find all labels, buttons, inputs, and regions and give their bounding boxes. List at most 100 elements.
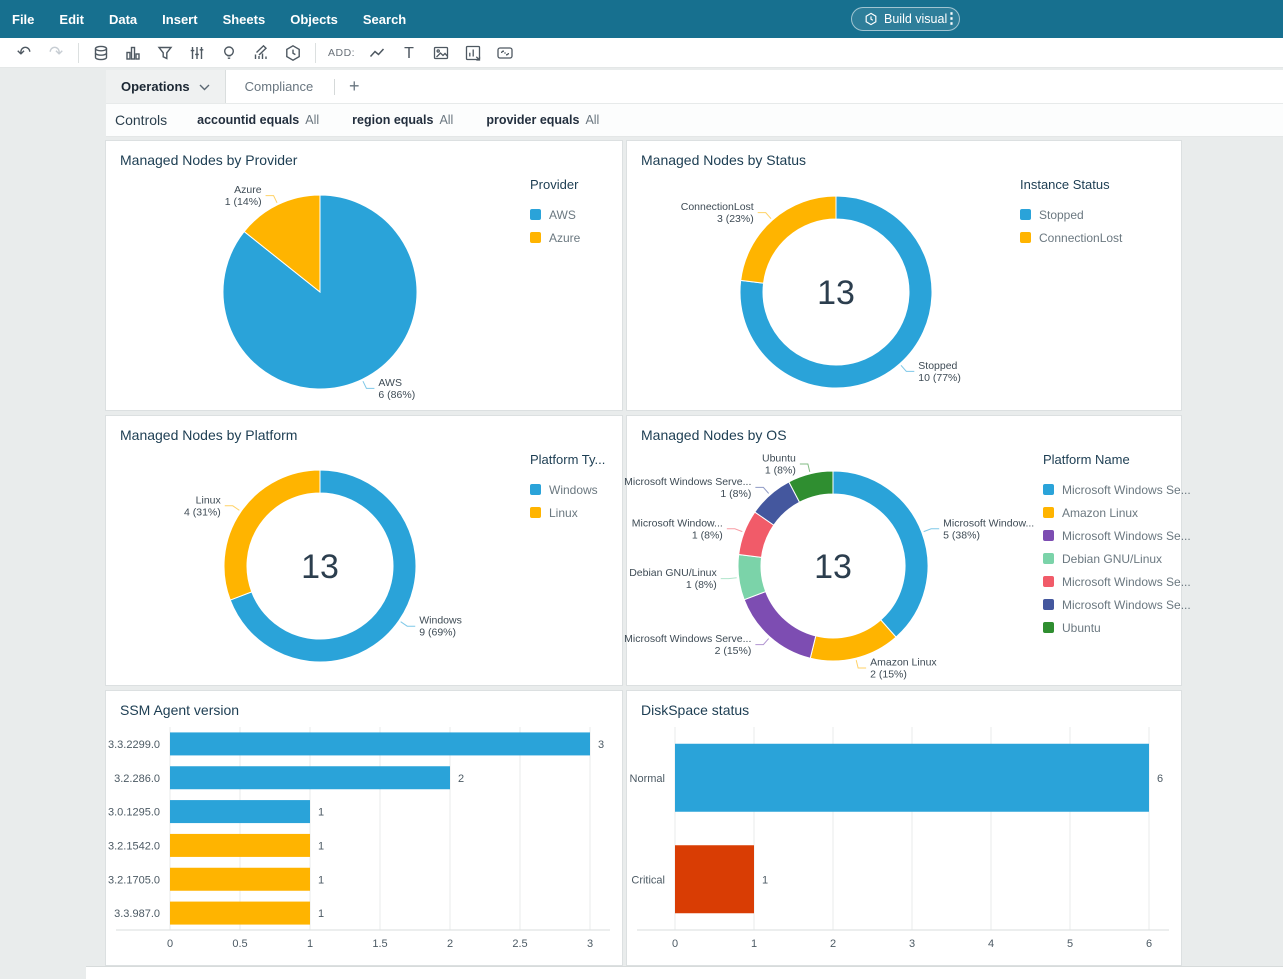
- svg-text:1: 1: [318, 874, 324, 886]
- menu-bar-items: File Edit Data Insert Sheets Objects Search: [12, 12, 431, 27]
- redo-icon[interactable]: ↷: [46, 43, 66, 63]
- legend-item[interactable]: Azure: [530, 226, 580, 249]
- add-label: ADD:: [328, 47, 355, 59]
- legend-swatch: [1020, 209, 1031, 220]
- visual-managed-nodes-by-platform[interactable]: Managed Nodes by Platform Windows9 (69%)…: [106, 416, 622, 685]
- menu-item-objects[interactable]: Objects: [290, 12, 338, 27]
- control-value[interactable]: All: [439, 113, 453, 127]
- visual-title: Managed Nodes by OS: [641, 427, 787, 443]
- undo-icon[interactable]: ↶: [14, 43, 34, 63]
- legend-item[interactable]: Amazon Linux: [1043, 501, 1191, 524]
- scheduled-q-icon[interactable]: [283, 43, 303, 63]
- menu-item-file[interactable]: File: [12, 12, 34, 27]
- filter-icon[interactable]: [155, 43, 175, 63]
- menu-item-sheets[interactable]: Sheets: [223, 12, 266, 27]
- svg-text:ConnectionLost: ConnectionLost: [681, 201, 754, 213]
- legend-label: Linux: [549, 506, 578, 520]
- svg-text:1 (14%): 1 (14%): [225, 196, 262, 208]
- legend-swatch: [1020, 232, 1031, 243]
- legend-item[interactable]: Microsoft Windows Se...: [1043, 478, 1191, 501]
- legend-swatch: [530, 209, 541, 220]
- svg-text:2 (15%): 2 (15%): [870, 668, 907, 680]
- legend-label: Stopped: [1039, 208, 1084, 222]
- menu-item-search[interactable]: Search: [363, 12, 406, 27]
- svg-text:1 (8%): 1 (8%): [720, 488, 751, 500]
- more-options-kebab-icon[interactable]: ⋮: [944, 8, 959, 30]
- visual-title: Managed Nodes by Platform: [120, 427, 297, 443]
- legend-label: Microsoft Windows Se...: [1062, 575, 1191, 589]
- svg-text:AWS: AWS: [378, 377, 402, 389]
- svg-text:Microsoft Window...: Microsoft Window...: [632, 517, 723, 529]
- svg-text:0: 0: [167, 938, 173, 950]
- svg-text:3.3.2299.0: 3.3.2299.0: [108, 739, 160, 751]
- controls-label: Controls: [115, 112, 167, 128]
- legend-label: Microsoft Windows Se...: [1062, 598, 1191, 612]
- visual-managed-nodes-by-status[interactable]: Managed Nodes by Status Stopped10 (77%)C…: [627, 141, 1181, 410]
- menu-item-edit[interactable]: Edit: [59, 12, 84, 27]
- control-region[interactable]: region equalsAll: [352, 113, 453, 127]
- menu-item-data[interactable]: Data: [109, 12, 137, 27]
- chevron-down-icon[interactable]: [199, 79, 210, 94]
- svg-text:1: 1: [318, 840, 324, 852]
- legend-item[interactable]: Microsoft Windows Se...: [1043, 570, 1191, 593]
- theme-pencil-icon[interactable]: [251, 43, 271, 63]
- legend-item[interactable]: Linux: [530, 501, 605, 524]
- legend-item[interactable]: Ubuntu: [1043, 616, 1191, 639]
- controls-bar: Controls accountid equalsAll region equal…: [106, 104, 1283, 137]
- legend-item[interactable]: AWS: [530, 203, 580, 226]
- legend-swatch: [1043, 576, 1054, 587]
- svg-text:Microsoft Window...: Microsoft Window...: [943, 517, 1034, 529]
- visual-types-icon[interactable]: [123, 43, 143, 63]
- legend-item[interactable]: Microsoft Windows Se...: [1043, 524, 1191, 547]
- dataset-icon[interactable]: [91, 43, 111, 63]
- legend-item[interactable]: ConnectionLost: [1020, 226, 1122, 249]
- svg-text:Linux: Linux: [196, 494, 222, 506]
- parameters-icon[interactable]: [187, 43, 207, 63]
- legend-swatch: [530, 484, 541, 495]
- add-visual-icon[interactable]: [463, 43, 483, 63]
- legend-label: Microsoft Windows Se...: [1062, 529, 1191, 543]
- visual-managed-nodes-by-provider[interactable]: Managed Nodes by Provider AWS6 (86%)Azur…: [106, 141, 622, 410]
- legend-label: ConnectionLost: [1039, 231, 1122, 245]
- visual-ssm-agent-version[interactable]: SSM Agent version 00.511.522.533.3.2299.…: [106, 691, 622, 965]
- svg-text:Microsoft Windows Serve...: Microsoft Windows Serve...: [624, 633, 751, 645]
- add-embed-icon[interactable]: [495, 43, 515, 63]
- control-provider[interactable]: provider equalsAll: [486, 113, 599, 127]
- add-line-visual-icon[interactable]: [367, 43, 387, 63]
- visual-title: Managed Nodes by Provider: [120, 152, 297, 168]
- tab-compliance[interactable]: Compliance: [226, 70, 333, 103]
- svg-text:2: 2: [447, 938, 453, 950]
- add-text-icon[interactable]: T: [399, 43, 419, 63]
- visual-diskspace-status[interactable]: DiskSpace status 0123456Normal6Critical1: [627, 691, 1181, 965]
- tab-label: Compliance: [245, 79, 314, 94]
- legend-label: Windows: [549, 483, 598, 497]
- tab-operations[interactable]: Operations: [106, 70, 226, 103]
- legend-label: Amazon Linux: [1062, 506, 1138, 520]
- control-value[interactable]: All: [305, 113, 319, 127]
- toolbar-divider: [315, 43, 316, 63]
- add-image-icon[interactable]: [431, 43, 451, 63]
- legend-title: Platform Name: [1043, 452, 1191, 467]
- legend-swatch: [1043, 599, 1054, 610]
- svg-text:13: 13: [301, 548, 339, 586]
- quicksight-analysis-editor: File Edit Data Insert Sheets Objects Search Bu…: [0, 0, 1283, 979]
- legend-item[interactable]: Stopped: [1020, 203, 1122, 226]
- svg-text:1: 1: [307, 938, 313, 950]
- legend-item[interactable]: Debian GNU/Linux: [1043, 547, 1191, 570]
- legend-item[interactable]: Microsoft Windows Se...: [1043, 593, 1191, 616]
- svg-text:Microsoft Windows Serve...: Microsoft Windows Serve...: [624, 476, 751, 488]
- bar-chart-diskspace: 0123456Normal6Critical1: [627, 691, 1181, 965]
- svg-text:3.0.1295.0: 3.0.1295.0: [108, 807, 160, 819]
- legend-item[interactable]: Windows: [530, 478, 605, 501]
- control-value[interactable]: All: [585, 113, 599, 127]
- insights-bulb-icon[interactable]: [219, 43, 239, 63]
- svg-text:1 (8%): 1 (8%): [692, 529, 723, 541]
- menu-item-insert[interactable]: Insert: [162, 12, 197, 27]
- svg-text:Critical: Critical: [631, 874, 665, 886]
- svg-text:3 (23%): 3 (23%): [717, 213, 754, 225]
- svg-text:1: 1: [762, 874, 768, 886]
- visual-managed-nodes-by-os[interactable]: Managed Nodes by OS Microsoft Window...5…: [627, 416, 1181, 685]
- control-accountid[interactable]: accountid equalsAll: [197, 113, 319, 127]
- build-visual-label: Build visual: [884, 12, 947, 26]
- add-sheet-button[interactable]: +: [337, 70, 371, 103]
